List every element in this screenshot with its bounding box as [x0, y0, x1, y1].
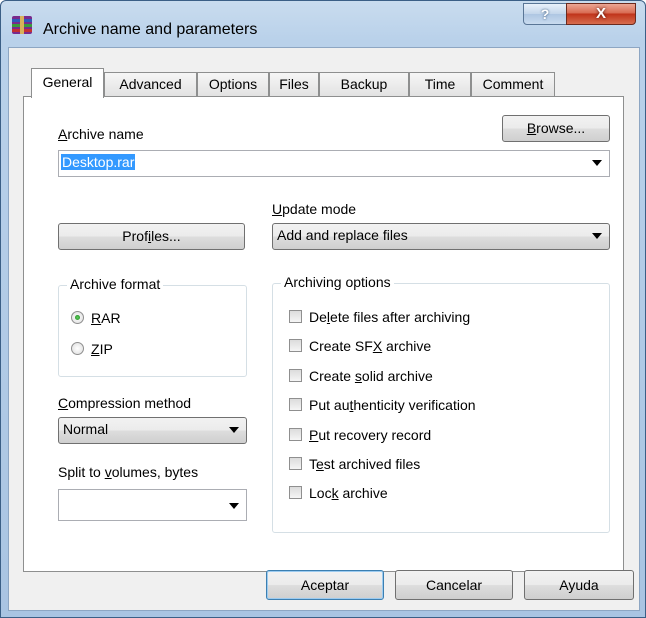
archiving-options-title: Archiving options: [281, 274, 394, 290]
lock-archive-label: Lock archive: [309, 485, 388, 501]
tab-files[interactable]: Files: [269, 72, 319, 96]
checkbox-icon[interactable]: [289, 486, 302, 499]
chevron-down-icon[interactable]: [592, 160, 602, 166]
split-volumes-label: Split to volumes, bytes: [58, 464, 199, 480]
archive-name-value[interactable]: Desktop.rar: [61, 154, 136, 170]
archive-name-label: Archive name: [58, 126, 144, 142]
compression-method-select[interactable]: Normal: [58, 417, 247, 444]
create-sfx-checkbox[interactable]: Create SFX archive: [289, 336, 589, 356]
delete-files-checkbox[interactable]: Delete files after archiving: [289, 307, 589, 327]
recovery-record-label: Put recovery record: [309, 427, 432, 443]
winrar-app-icon: [12, 16, 32, 34]
tab-general[interactable]: General: [31, 68, 104, 98]
dialog-client-area: General Advanced Options Files Backup Ti…: [8, 47, 640, 611]
archive-name-combo[interactable]: Desktop.rar: [58, 150, 610, 177]
compression-method-label: Compression method: [58, 395, 192, 411]
tab-comment[interactable]: Comment: [471, 72, 555, 96]
tab-options[interactable]: Options: [197, 72, 269, 96]
authenticity-label: Put authenticity verification: [309, 397, 476, 413]
test-files-checkbox[interactable]: Test archived files: [289, 454, 589, 474]
browse-button[interactable]: Browse...: [502, 115, 610, 142]
chevron-down-icon[interactable]: [229, 503, 239, 509]
profiles-button[interactable]: Profiles...: [58, 223, 245, 250]
compression-method-value: Normal: [63, 421, 109, 437]
update-mode-label: Update mode: [272, 201, 357, 217]
checkbox-icon[interactable]: [289, 428, 302, 441]
update-mode-select[interactable]: Add and replace files: [272, 223, 610, 250]
radio-selected-icon[interactable]: [71, 311, 84, 324]
tab-advanced[interactable]: Advanced: [104, 72, 197, 96]
archive-format-group: Archive format RAR ZIP: [58, 276, 247, 377]
radio-unselected-icon[interactable]: [71, 342, 84, 355]
rar-radio[interactable]: RAR: [71, 308, 191, 328]
tab-time[interactable]: Time: [409, 72, 471, 96]
lock-archive-checkbox[interactable]: Lock archive: [289, 483, 589, 503]
authenticity-checkbox[interactable]: Put authenticity verification: [289, 395, 589, 415]
cancel-button[interactable]: Cancelar: [395, 570, 513, 600]
help-button[interactable]: Ayuda: [524, 570, 634, 600]
create-solid-label: Create solid archive: [309, 368, 433, 384]
close-window-button[interactable]: X: [566, 3, 636, 25]
test-files-label: Test archived files: [309, 456, 421, 472]
rar-label: RAR: [91, 310, 121, 326]
general-tab-panel: Archive name Browse... Desktop.rar Profi…: [23, 96, 624, 572]
checkbox-icon[interactable]: [289, 457, 302, 470]
checkbox-icon[interactable]: [289, 310, 302, 323]
help-title-button[interactable]: ?: [523, 3, 567, 25]
zip-label: ZIP: [91, 341, 113, 357]
chevron-down-icon[interactable]: [229, 427, 239, 433]
window-title: Archive name and parameters: [43, 21, 258, 38]
zip-radio[interactable]: ZIP: [71, 339, 191, 359]
archiving-options-group: Archiving options Delete files after arc…: [272, 274, 610, 533]
dialog-window: Archive name and parameters ? X General …: [0, 0, 646, 618]
checkbox-icon[interactable]: [289, 339, 302, 352]
split-volumes-combo[interactable]: [58, 489, 247, 521]
checkbox-icon[interactable]: [289, 398, 302, 411]
archive-format-title: Archive format: [67, 276, 164, 292]
delete-files-label: Delete files after archiving: [309, 309, 471, 325]
chevron-down-icon[interactable]: [592, 233, 602, 239]
title-bar[interactable]: Archive name and parameters ? X: [1, 1, 645, 47]
create-sfx-label: Create SFX archive: [309, 338, 432, 354]
update-mode-value: Add and replace files: [277, 227, 408, 243]
ok-button[interactable]: Aceptar: [266, 570, 384, 600]
checkbox-icon[interactable]: [289, 369, 302, 382]
recovery-record-checkbox[interactable]: Put recovery record: [289, 425, 589, 445]
tab-backup[interactable]: Backup: [319, 72, 409, 96]
create-solid-checkbox[interactable]: Create solid archive: [289, 366, 589, 386]
